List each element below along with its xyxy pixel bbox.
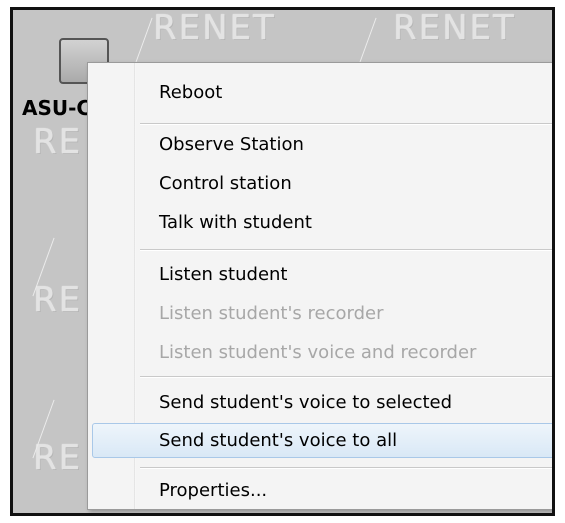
menu-item-properties[interactable]: Properties...	[88, 474, 552, 509]
menu-item-observe-station[interactable]: Observe Station	[88, 128, 552, 163]
menu-item-label: Listen student	[159, 264, 288, 285]
watermark-text: RENET	[393, 8, 516, 48]
context-menu: Reboot Observe Station Control station T…	[87, 62, 552, 510]
menu-item-label: Listen student's voice and recorder	[159, 342, 477, 363]
menu-item-listen-voice-and-recorder: Listen student's voice and recorder	[88, 336, 552, 371]
menu-item-label: Talk with student	[159, 212, 312, 233]
menu-item-talk-with-student[interactable]: Talk with student	[88, 206, 552, 241]
menu-separator	[140, 123, 552, 125]
menu-item-label: Properties...	[159, 480, 268, 501]
menu-separator	[140, 249, 552, 251]
menu-item-send-voice-all[interactable]: Send student's voice to all	[92, 423, 552, 458]
watermark-text: RENET	[153, 8, 276, 48]
menu-item-send-voice-selected[interactable]: Send student's voice to selected	[88, 386, 552, 421]
desktop-area: RENET RENET RE RE RE ASU-C Reboot Observ…	[10, 7, 555, 516]
menu-item-label: Listen student's recorder	[159, 303, 384, 324]
menu-item-label: Observe Station	[159, 134, 304, 155]
menu-separator	[140, 376, 552, 378]
watermark-text: RE	[33, 438, 83, 478]
menu-item-reboot[interactable]: Reboot	[88, 76, 552, 111]
watermark-text: RE	[33, 280, 83, 320]
station-label: ASU-C	[22, 96, 92, 120]
watermark-text: RE	[33, 122, 83, 162]
menu-item-control-station[interactable]: Control station	[88, 167, 552, 202]
menu-separator	[140, 467, 552, 469]
menu-item-label: Control station	[159, 173, 292, 194]
menu-item-label: Send student's voice to all	[159, 430, 398, 451]
menu-item-listen-recorder: Listen student's recorder	[88, 297, 552, 332]
menu-item-label: Reboot	[159, 82, 223, 103]
menu-item-label: Send student's voice to selected	[159, 392, 453, 413]
menu-item-listen-student[interactable]: Listen student	[88, 258, 552, 293]
